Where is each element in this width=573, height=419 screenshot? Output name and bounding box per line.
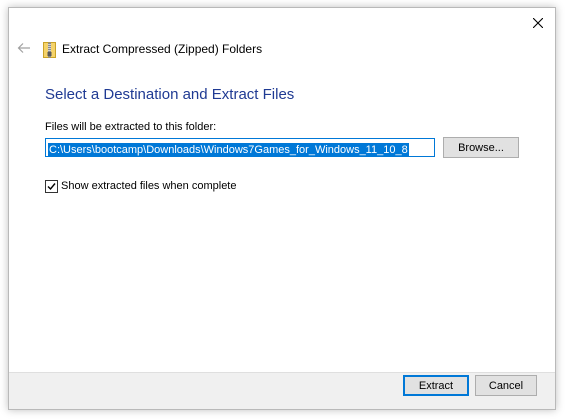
close-button[interactable] <box>525 11 551 35</box>
extract-button[interactable]: Extract <box>403 375 469 396</box>
destination-path-input[interactable]: C:\Users\bootcamp\Downloads\Windows7Game… <box>45 138 435 157</box>
checkmark-icon <box>47 183 56 191</box>
page-heading: Select a Destination and Extract Files <box>45 86 295 103</box>
show-files-label[interactable]: Show extracted files when complete <box>61 180 236 192</box>
close-icon <box>533 18 543 28</box>
dialog-footer <box>9 372 555 409</box>
extract-dialog-window: Extract Compressed (Zipped) Folders Sele… <box>8 7 556 410</box>
back-arrow-icon <box>17 43 30 53</box>
wizard-title: Extract Compressed (Zipped) Folders <box>62 42 263 56</box>
show-files-checkbox[interactable] <box>45 180 58 193</box>
cancel-button[interactable]: Cancel <box>475 375 537 396</box>
back-button[interactable] <box>15 40 33 56</box>
destination-label: Files will be extracted to this folder: <box>45 121 217 133</box>
zip-folder-icon <box>43 42 56 58</box>
browse-button[interactable]: Browse... <box>443 137 519 158</box>
destination-path-value: C:\Users\bootcamp\Downloads\Windows7Game… <box>48 143 409 156</box>
